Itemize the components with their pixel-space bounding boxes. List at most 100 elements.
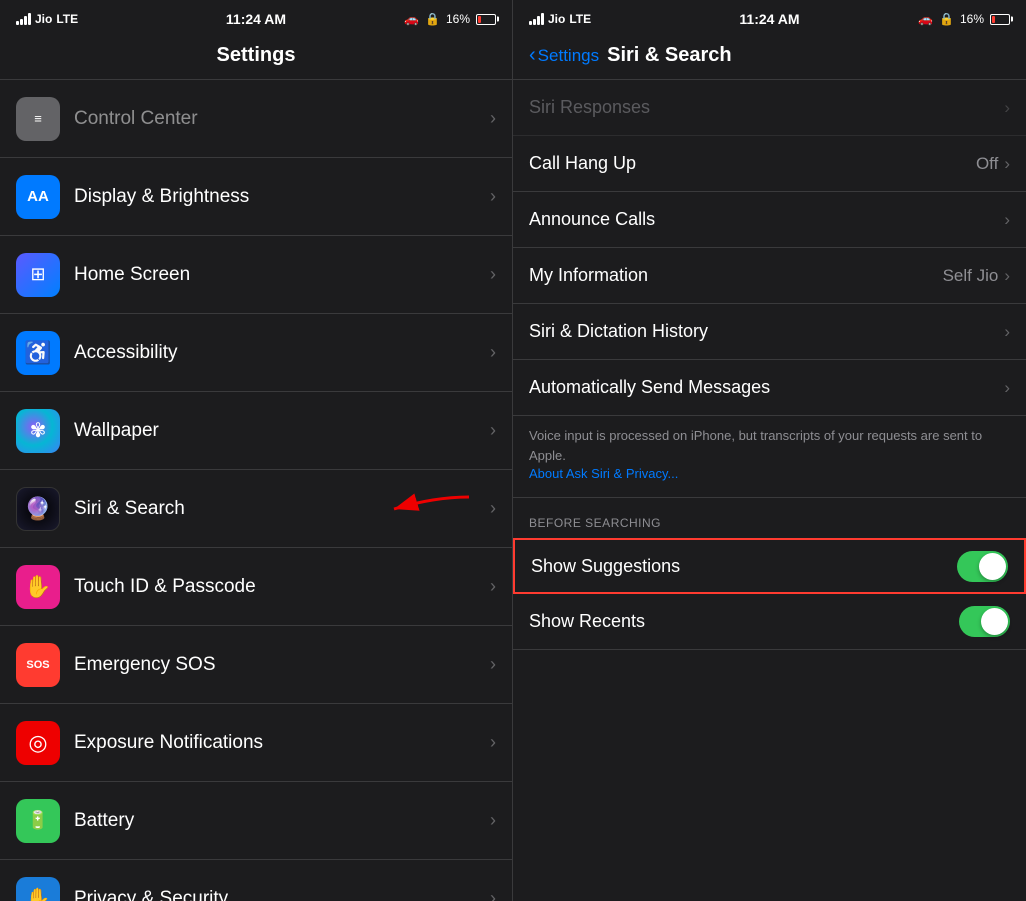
right-item-show-recents[interactable]: Show Recents (513, 594, 1026, 650)
control-center-label: Control Center (74, 108, 490, 130)
right-item-auto-send[interactable]: Automatically Send Messages › (513, 360, 1026, 416)
siri-responses-label: Siri Responses (529, 83, 1004, 132)
left-battery: 🚗 🔒 16% (404, 12, 496, 26)
touch-id-label: Touch ID & Passcode (74, 576, 490, 598)
settings-item-display[interactable]: AA Display & Brightness › (0, 158, 512, 236)
right-battery: 🚗 🔒 16% (918, 12, 1010, 26)
right-status-bar: Jio LTE 11:24 AM 🚗 🔒 16% (513, 0, 1026, 36)
back-label: Settings (538, 46, 599, 66)
home-screen-icon: ⊞ (16, 253, 60, 297)
left-panel: Jio LTE 11:24 AM 🚗 🔒 16% Settings ≡ Cont… (0, 0, 513, 901)
show-suggestions-toggle[interactable] (957, 551, 1008, 582)
left-carrier: Jio LTE (16, 12, 78, 26)
emergency-sos-icon: SOS (16, 643, 60, 687)
back-chevron-icon: ‹ (529, 44, 536, 67)
settings-item-privacy[interactable]: ✋ Privacy & Security › (0, 860, 512, 901)
touch-id-chevron: › (490, 576, 496, 597)
siri-responses-chevron: › (1004, 98, 1010, 118)
right-time: 11:24 AM (739, 11, 799, 27)
right-signal-icon (529, 13, 544, 25)
show-recents-label: Show Recents (529, 597, 959, 646)
siri-settings-list: Siri Responses › Call Hang Up Off › Anno… (513, 80, 1026, 901)
siri-dictation-chevron: › (1004, 322, 1010, 342)
announce-calls-chevron: › (1004, 210, 1010, 230)
privacy-note-section: Voice input is processed on iPhone, but … (513, 416, 1026, 498)
siri-dictation-label: Siri & Dictation History (529, 307, 1004, 356)
settings-item-touch-id[interactable]: ✋ Touch ID & Passcode › (0, 548, 512, 626)
right-item-my-information[interactable]: My Information Self Jio › (513, 248, 1026, 304)
settings-title: Settings (217, 44, 296, 66)
my-information-chevron: › (1004, 266, 1010, 286)
settings-list: ≡ Control Center › AA Display & Brightne… (0, 80, 512, 901)
before-searching-header: BEFORE SEARCHING (513, 498, 1026, 538)
accessibility-icon: ♿ (16, 331, 60, 375)
display-chevron: › (490, 186, 496, 207)
battery-icon (476, 14, 496, 25)
call-hang-up-value: Off (976, 154, 998, 174)
home-screen-label: Home Screen (74, 264, 490, 286)
siri-icon: 🔮 (16, 487, 60, 531)
settings-item-accessibility[interactable]: ♿ Accessibility › (0, 314, 512, 392)
accessibility-label: Accessibility (74, 342, 490, 364)
left-time: 11:24 AM (226, 11, 286, 27)
accessibility-chevron: › (490, 342, 496, 363)
battery-settings-icon: 🔋 (16, 799, 60, 843)
home-screen-chevron: › (490, 264, 496, 285)
right-panel: Jio LTE 11:24 AM 🚗 🔒 16% ‹ Settings Siri… (513, 0, 1026, 901)
battery-label: Battery (74, 810, 490, 832)
settings-title-bar: Settings (0, 36, 512, 80)
battery-chevron: › (490, 810, 496, 831)
section-header-text: BEFORE SEARCHING (529, 516, 661, 530)
show-recents-knob (981, 608, 1008, 635)
settings-item-wallpaper[interactable]: ✾ Wallpaper › (0, 392, 512, 470)
right-item-siri-responses[interactable]: Siri Responses › (513, 80, 1026, 136)
right-item-show-suggestions[interactable]: Show Suggestions (513, 538, 1026, 594)
toggle-knob (979, 553, 1006, 580)
red-arrow-icon (374, 489, 474, 529)
privacy-label: Privacy & Security (74, 888, 490, 901)
control-center-chevron: › (490, 108, 496, 129)
show-suggestions-toggle-switch[interactable] (957, 551, 1008, 582)
right-item-siri-dictation-history[interactable]: Siri & Dictation History › (513, 304, 1026, 360)
privacy-note-text: Voice input is processed on iPhone, but … (529, 428, 982, 463)
right-item-call-hang-up[interactable]: Call Hang Up Off › (513, 136, 1026, 192)
my-information-value: Self Jio (943, 266, 999, 286)
emergency-sos-label: Emergency SOS (74, 654, 490, 676)
settings-item-control-center[interactable]: ≡ Control Center › (0, 80, 512, 158)
show-suggestions-label: Show Suggestions (531, 542, 957, 591)
settings-item-siri[interactable]: 🔮 Siri & Search › (0, 470, 512, 548)
wallpaper-label: Wallpaper (74, 420, 490, 442)
privacy-chevron: › (490, 888, 496, 901)
right-battery-icon (990, 14, 1010, 25)
emergency-sos-chevron: › (490, 654, 496, 675)
exposure-label: Exposure Notifications (74, 732, 490, 754)
display-label: Display & Brightness (74, 186, 490, 208)
settings-item-battery[interactable]: 🔋 Battery › (0, 782, 512, 860)
announce-calls-label: Announce Calls (529, 195, 1004, 244)
right-lock-icon: 🔒 (939, 12, 954, 26)
left-status-bar: Jio LTE 11:24 AM 🚗 🔒 16% (0, 0, 512, 36)
lock-icon: 🔒 (425, 12, 440, 26)
car-icon: 🚗 (404, 12, 419, 26)
right-nav-bar: ‹ Settings Siri & Search (513, 36, 1026, 80)
settings-item-exposure[interactable]: ◎ Exposure Notifications › (0, 704, 512, 782)
signal-icon (16, 13, 31, 25)
control-center-icon: ≡ (16, 97, 60, 141)
siri-search-title: Siri & Search (607, 44, 732, 67)
exposure-icon: ◎ (16, 721, 60, 765)
call-hang-up-label: Call Hang Up (529, 139, 976, 188)
show-recents-toggle[interactable] (959, 606, 1010, 637)
back-button[interactable]: ‹ Settings (529, 44, 599, 67)
siri-chevron: › (490, 498, 496, 519)
touch-id-icon: ✋ (16, 565, 60, 609)
my-information-label: My Information (529, 251, 943, 300)
show-recents-toggle-switch[interactable] (959, 606, 1010, 637)
right-carrier: Jio LTE (529, 12, 591, 26)
exposure-chevron: › (490, 732, 496, 753)
right-item-announce-calls[interactable]: Announce Calls › (513, 192, 1026, 248)
settings-item-emergency-sos[interactable]: SOS Emergency SOS › (0, 626, 512, 704)
wallpaper-chevron: › (490, 420, 496, 441)
settings-item-home-screen[interactable]: ⊞ Home Screen › (0, 236, 512, 314)
privacy-link[interactable]: About Ask Siri & Privacy... (529, 466, 678, 481)
privacy-icon: ✋ (16, 877, 60, 901)
